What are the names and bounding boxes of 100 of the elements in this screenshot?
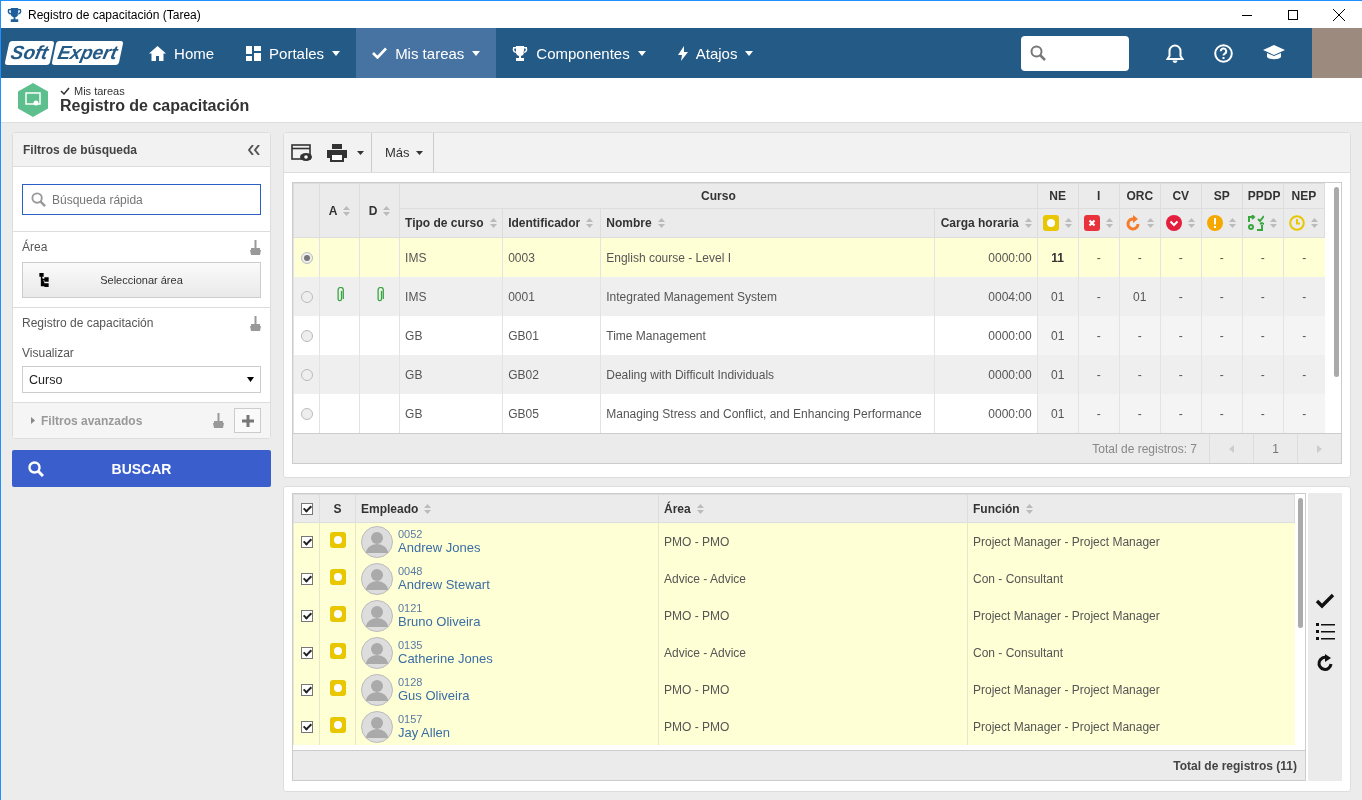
certificate-hexagon-icon [18,83,48,117]
caret-icon [247,377,254,382]
page-number[interactable]: 1 [1253,434,1297,463]
check-icon [372,47,388,59]
table-cell: IMS [405,289,427,304]
nav-menu-item[interactable]: Portales [230,28,357,78]
employee-name[interactable]: Catherine Jones [398,651,493,666]
sort-icon[interactable] [489,218,497,228]
add-filter-button[interactable] [234,408,261,433]
sort-icon[interactable] [1024,218,1032,228]
graduation-cap-icon[interactable] [1263,45,1285,61]
row-radio[interactable] [300,291,313,304]
column-header[interactable]: Nombre [606,216,652,230]
window-title: Registro de capacitación (Tarea) [28,7,201,22]
table-cell: GB [405,406,423,421]
sort-icon[interactable] [343,205,351,216]
table-row[interactable]: GB GB01 Time Management 0000:00 01 - - - - - - [293,316,1325,355]
nav-menu-item[interactable]: Atajos [661,28,770,78]
sort-icon[interactable] [1188,218,1196,228]
scrollbar[interactable] [1334,187,1339,377]
row-radio[interactable] [300,369,313,382]
column-header: CV [1172,189,1190,203]
employee-name[interactable]: Bruno Oliveira [398,614,481,629]
select-all-checkbox[interactable] [300,503,313,516]
table-row[interactable]: GB GB02 Dealing with Difficult Individuals 0000:00 01 - - - - - - [293,355,1325,394]
column-header[interactable]: Empleado [361,501,419,516]
column-header[interactable]: Función [973,501,1020,516]
column-header[interactable]: Área [664,501,691,516]
sort-icon[interactable] [586,218,594,228]
list-icon[interactable] [1315,623,1335,640]
search-button[interactable]: BUSCAR [12,450,271,487]
table-row[interactable]: IMS 0001 Integrated Management System 0004:00 01 - 01 - - - - [293,277,1325,316]
select-area-button[interactable]: Seleccionar área [22,262,261,298]
clear-filter-icon[interactable] [250,239,261,255]
scrollbar[interactable] [1298,498,1303,628]
check-icon [60,87,70,95]
sort-icon[interactable] [1311,218,1319,228]
table-cell: PMO - PMO [664,608,730,623]
employee-name[interactable]: Jay Allen [398,725,451,740]
table-cell: - [1219,328,1224,343]
row-radio[interactable] [300,408,313,421]
sort-icon[interactable] [1025,503,1033,514]
right-arrow-icon [1317,444,1322,453]
table-cell: Con - Consultant [973,571,1064,586]
nav-menu-item[interactable]: Componentes [496,28,662,78]
avatar-icon [361,636,393,669]
nav-menu-item[interactable]: Home [133,28,231,78]
row-checkbox[interactable] [300,647,313,660]
refresh-icon[interactable] [1316,654,1334,672]
sort-icon[interactable] [696,503,704,514]
column-header[interactable]: A [328,203,338,218]
paperclip-icon[interactable] [335,287,344,303]
caret-icon [332,50,341,56]
view-dropdown[interactable]: Curso [22,366,261,393]
checkmark-icon[interactable] [1315,593,1335,609]
table-cell: - [1219,250,1224,265]
employee-name[interactable]: Andrew Stewart [398,577,490,592]
table-cell: Con - Consultant [973,645,1064,660]
employee-name[interactable]: Gus Oliveira [398,688,470,703]
table-cell: - [1178,367,1183,382]
sort-icon[interactable] [424,503,432,514]
row-radio[interactable] [300,252,313,265]
table-cell: 0004:00 [988,289,1032,304]
clear-filter-icon[interactable] [250,315,261,331]
search-field[interactable] [1021,35,1129,71]
nav-menu-item[interactable]: Mis tareas [356,28,497,78]
sort-icon[interactable] [1229,218,1237,228]
tree-icon [39,273,49,287]
table-cell: 01 [1051,367,1065,382]
table-cell: - [1096,328,1101,343]
sort-icon[interactable] [1146,218,1154,228]
sort-icon[interactable] [383,205,391,216]
quick-search-field[interactable]: Búsqueda rápida [22,184,261,215]
clear-filter-icon[interactable] [213,413,224,428]
more-menu-button[interactable]: Más [371,133,434,172]
table-row[interactable]: GB GB05 Managing Stress and Conflict, and Enhancing Performance 0000:00 01 - - - - - - [293,394,1325,433]
help-icon[interactable] [1214,43,1233,63]
column-header[interactable]: D [368,203,378,218]
sort-icon[interactable] [1106,218,1114,228]
grid-icon [246,45,262,61]
table-cell: PMO - PMO [664,719,730,734]
table-cell: 0000:00 [988,250,1032,265]
table-cell: GB [405,328,423,343]
paperclip-icon[interactable] [375,287,384,303]
collapse-icon[interactable] [248,144,260,155]
row-checkbox[interactable] [300,610,313,623]
row-checkbox[interactable] [300,536,313,549]
employee-name[interactable]: Andrew Jones [398,540,481,555]
table-row[interactable]: IMS 0003 English course - Level I 0000:00 11 - - - - - - [293,237,1325,277]
sort-icon[interactable] [1065,218,1073,228]
table-cell: 11 [1051,250,1065,265]
sort-icon[interactable] [1270,218,1278,228]
row-radio[interactable] [300,330,313,343]
row-checkbox[interactable] [300,573,313,586]
sort-icon[interactable] [657,218,665,228]
bell-icon[interactable] [1166,43,1184,63]
table-cell: 0003 [508,250,535,265]
row-checkbox[interactable] [300,721,313,734]
breadcrumb[interactable]: Mis tareas [60,85,250,97]
row-checkbox[interactable] [300,684,313,697]
